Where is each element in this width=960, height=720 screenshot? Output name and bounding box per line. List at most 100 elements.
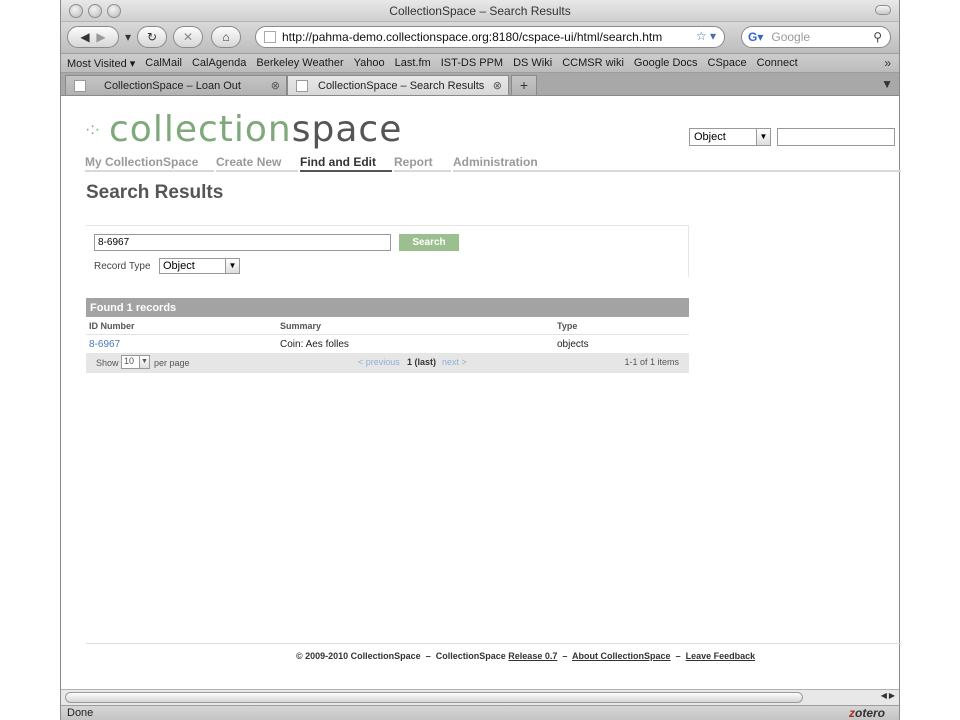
results-count-header: Found 1 records <box>86 298 689 317</box>
horizontal-scrollbar[interactable]: ◀▶ <box>61 689 899 705</box>
new-tab-button[interactable]: + <box>511 75 537 95</box>
record-type-label: Record Type <box>94 261 151 272</box>
pager-previous-link[interactable]: < previous <box>358 357 400 367</box>
scrollbar-thumb[interactable] <box>65 692 803 703</box>
web-search-box[interactable]: G▾ Google ⚲ <box>741 26 891 48</box>
tab-favicon-icon <box>74 79 86 92</box>
search-button[interactable]: Search <box>399 234 459 251</box>
bookmark-google-docs[interactable]: Google Docs <box>634 57 698 69</box>
row-summary: Coin: Aes folles <box>280 339 349 350</box>
bookmark-yahoo[interactable]: Yahoo <box>354 57 385 69</box>
column-id-number[interactable]: ID Number <box>89 321 135 331</box>
home-icon: ⌂ <box>222 30 230 44</box>
search-icon[interactable]: ⚲ <box>873 30 882 44</box>
window-title: CollectionSpace – Search Results <box>389 4 571 18</box>
pager-current-page: 1 (last) <box>407 357 437 367</box>
tab-loan-out[interactable]: CollectionSpace – Loan Out ⊗ <box>65 75 287 95</box>
page-size-select[interactable]: 10 ▼ <box>121 355 150 369</box>
reload-button[interactable]: ↻ <box>137 26 167 48</box>
results-table: Found 1 records ID Number Summary Type 8… <box>86 298 689 373</box>
bookmarks-bar: Most Visited ▾ CalMail CalAgenda Berkele… <box>61 54 899 73</box>
record-type-select[interactable]: Object ▼ <box>159 258 240 274</box>
footer-about-link[interactable]: About CollectionSpace <box>572 651 671 661</box>
row-id-link[interactable]: 8-6967 <box>89 339 120 350</box>
footer-separator: – <box>562 651 568 661</box>
footer-release-link[interactable]: Release 0.7 <box>508 651 557 661</box>
nav-create-new[interactable]: Create New <box>216 155 298 172</box>
status-text: Done <box>67 707 94 719</box>
chevron-down-icon: ▼ <box>756 129 770 145</box>
bookmarks-overflow-icon[interactable]: » <box>884 56 891 70</box>
bookmark-calmail[interactable]: CalMail <box>145 57 182 69</box>
bookmark-connect[interactable]: Connect <box>757 57 798 69</box>
pager-next-link[interactable]: next > <box>442 357 467 367</box>
stop-icon: ✕ <box>182 30 194 44</box>
nav-administration[interactable]: Administration <box>453 155 555 172</box>
toolbar-toggle-button[interactable] <box>875 5 891 15</box>
zotero-button[interactable]: zotero <box>849 706 885 720</box>
footer-feedback-link[interactable]: Leave Feedback <box>686 651 756 661</box>
chevron-down-icon: ▼ <box>139 356 149 368</box>
bookmark-most-visited[interactable]: Most Visited ▾ <box>67 57 135 70</box>
tab-search-results[interactable]: CollectionSpace – Search Results ⊗ <box>287 75 509 95</box>
tab-close-icon[interactable]: ⊗ <box>271 79 280 92</box>
footer-separator: – <box>425 651 431 661</box>
nav-my-collectionspace[interactable]: My CollectionSpace <box>85 155 214 172</box>
logo-collection-text: collection <box>109 109 292 150</box>
tab-list-menu-icon[interactable]: ▼ <box>881 77 893 91</box>
bookmark-ds-wiki[interactable]: DS Wiki <box>513 57 552 69</box>
bookmark-ist-ds-ppm[interactable]: IST-DS PPM <box>441 57 503 69</box>
page-title: Search Results <box>86 182 224 203</box>
logo-space-text: space <box>291 109 403 150</box>
browser-window: CollectionSpace – Search Results ◀ ▶ ▾ ↻… <box>60 0 901 720</box>
navigation-toolbar: ◀ ▶ ▾ ↻ ✕ ⌂ http://pahma-demo.collection… <box>61 22 899 54</box>
stop-button[interactable]: ✕ <box>173 26 203 48</box>
record-type-value: Object <box>163 260 195 272</box>
column-summary[interactable]: Summary <box>280 321 321 331</box>
nav-divider <box>554 170 901 172</box>
back-arrow-icon[interactable]: ◀ <box>80 30 89 44</box>
history-dropdown-icon[interactable]: ▾ <box>123 26 133 48</box>
tab-favicon-icon <box>296 79 308 92</box>
bookmark-lastfm[interactable]: Last.fm <box>395 57 431 69</box>
keyword-input[interactable]: 8-6967 <box>94 234 391 251</box>
bookmark-calagenda[interactable]: CalAgenda <box>192 57 246 69</box>
bookmark-ccmsr-wiki[interactable]: CCMSR wiki <box>562 57 624 69</box>
tab-close-icon[interactable]: ⊗ <box>493 79 502 92</box>
home-button[interactable]: ⌂ <box>211 26 241 48</box>
results-column-headers: ID Number Summary Type <box>86 317 689 335</box>
nav-find-and-edit[interactable]: Find and Edit <box>300 155 392 172</box>
nav-report[interactable]: Report <box>394 155 451 172</box>
main-navigation: My CollectionSpace Create New Find and E… <box>85 155 557 172</box>
pager-per-page-label: per page <box>154 358 190 368</box>
plus-icon: + <box>519 77 529 93</box>
quick-search-input[interactable] <box>777 128 895 146</box>
google-engine-icon[interactable]: G▾ <box>748 30 763 44</box>
footer-copyright: © 2009-2010 CollectionSpace <box>296 651 421 661</box>
title-bar: CollectionSpace – Search Results <box>61 0 899 22</box>
collectionspace-logo[interactable]: collectionspace <box>109 109 402 150</box>
status-bar: Done zotero <box>61 705 899 720</box>
results-pager: Show 10 ▼ per page < previous 1 (last) n… <box>86 353 689 373</box>
reload-icon: ↻ <box>146 30 158 44</box>
search-form: 8-6967 Search Record Type Object ▼ <box>86 225 689 277</box>
tab-strip: CollectionSpace – Loan Out ⊗ CollectionS… <box>61 73 899 96</box>
table-row[interactable]: 8-6967 Coin: Aes folles objects <box>86 335 689 353</box>
forward-arrow-icon[interactable]: ▶ <box>96 30 105 44</box>
url-text[interactable]: http://pahma-demo.collectionspace.org:81… <box>282 30 662 44</box>
row-type: objects <box>557 339 589 350</box>
column-type[interactable]: Type <box>557 321 577 331</box>
bookmark-cspace[interactable]: CSpace <box>708 57 747 69</box>
record-type-quick-select[interactable]: Object ▼ <box>689 128 771 146</box>
bookmark-star-icon[interactable]: ☆ ▾ <box>696 29 716 43</box>
back-forward-buttons[interactable]: ◀ ▶ <box>67 26 119 48</box>
page-content: ·:· collectionspace Object ▼ My Collecti… <box>61 97 901 689</box>
bookmark-berkeley-weather[interactable]: Berkeley Weather <box>256 57 343 69</box>
quick-select-value: Object <box>694 131 726 143</box>
tab-label: CollectionSpace – Loan Out <box>104 79 241 92</box>
scroll-arrows-icon[interactable]: ◀▶ <box>881 691 897 700</box>
web-search-placeholder: Google <box>771 30 811 44</box>
url-bar[interactable]: http://pahma-demo.collectionspace.org:81… <box>255 26 725 48</box>
zotero-rest: otero <box>855 706 885 720</box>
page-size-value: 10 <box>124 356 135 366</box>
